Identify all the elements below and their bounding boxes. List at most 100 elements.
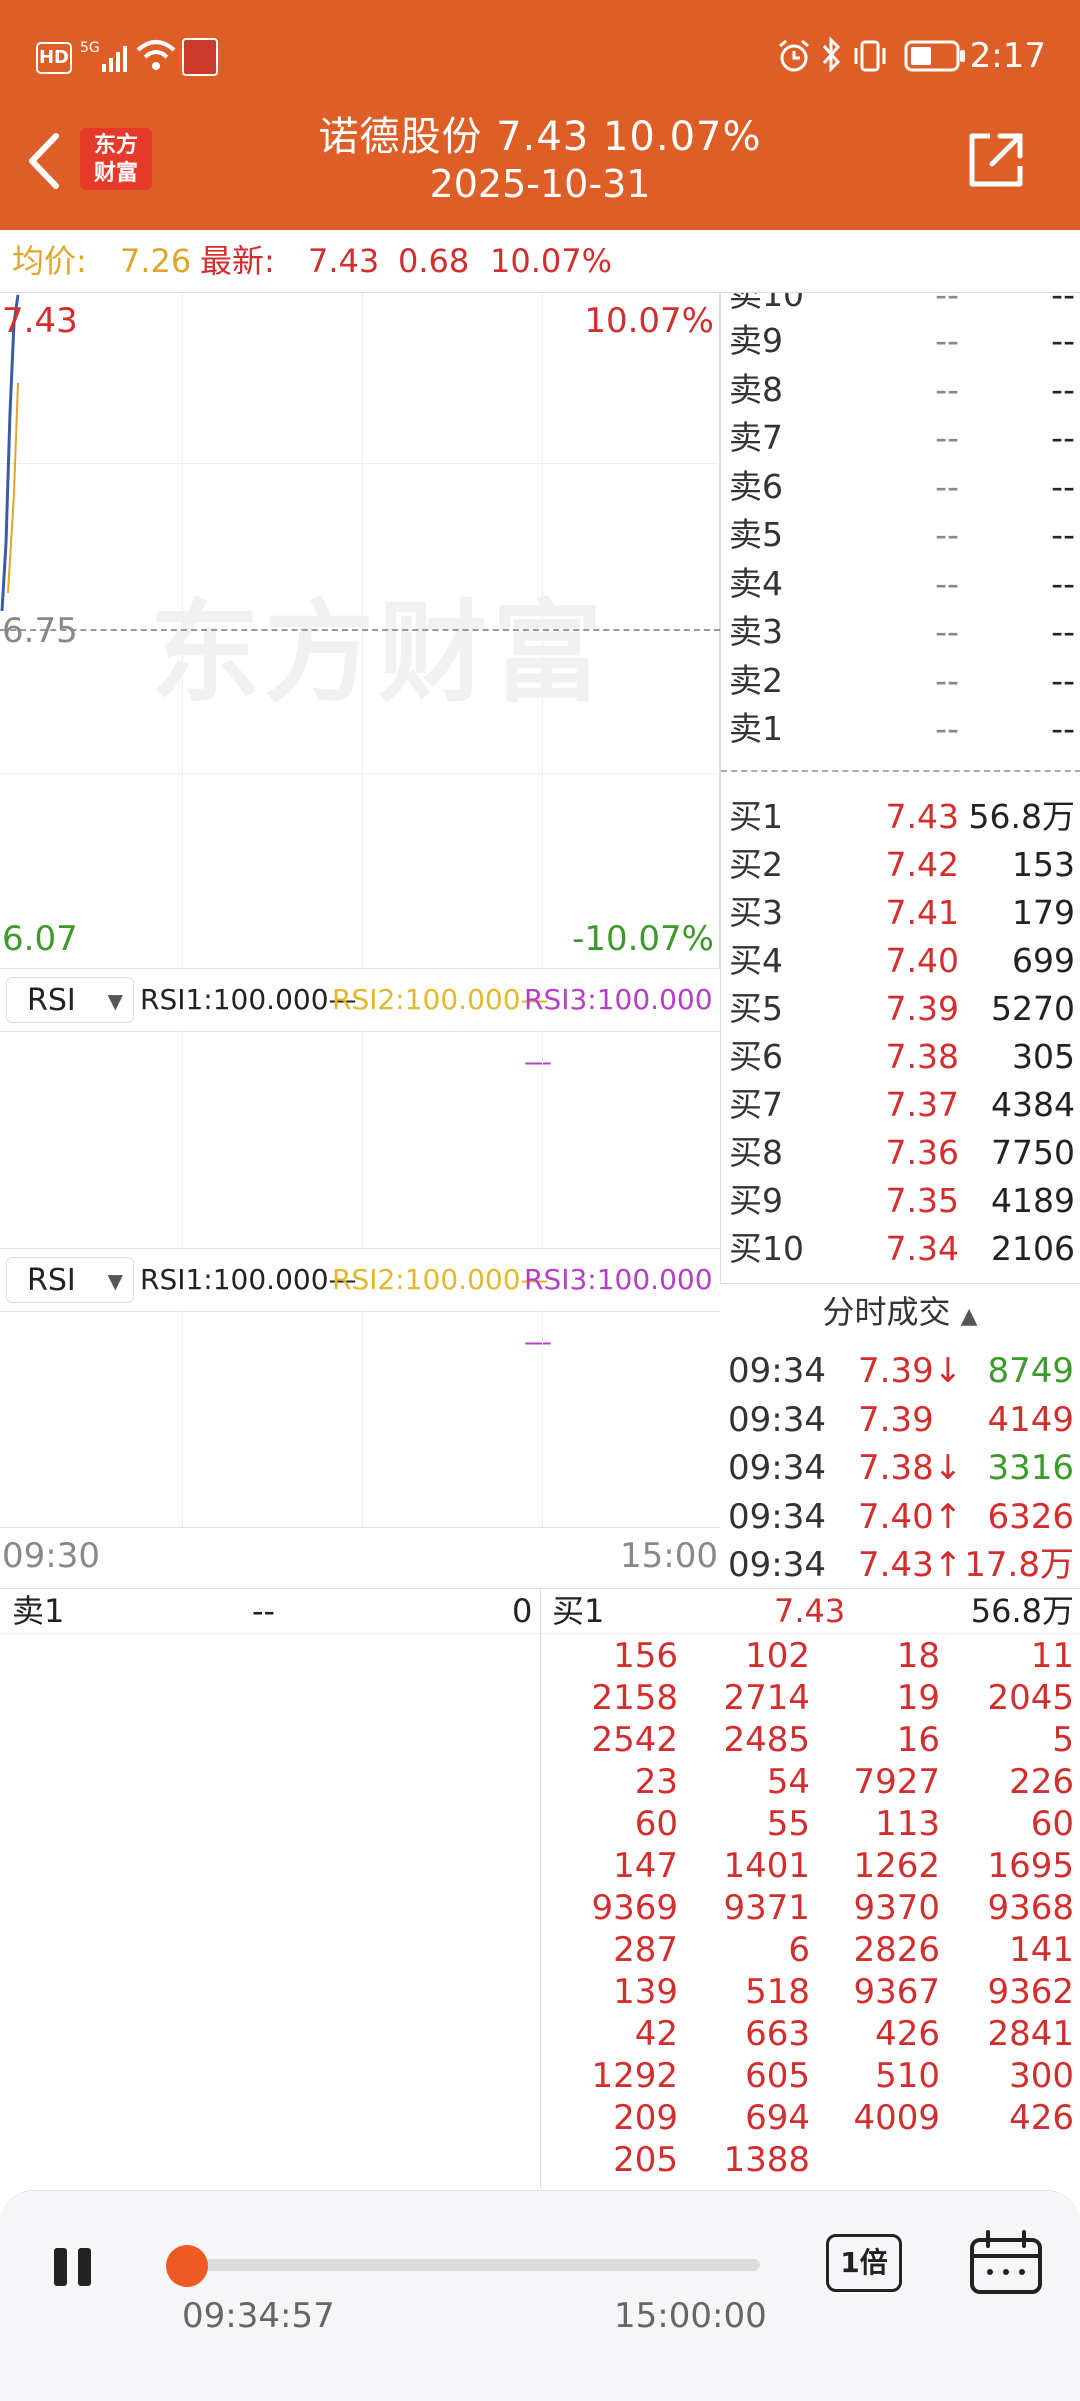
queue-cell: 1388 [723,2140,810,2180]
bid-label: 买8 [729,1133,783,1172]
bid-volume: 5270 [991,989,1075,1028]
trade-price: 7.39 [858,1399,934,1440]
trade-volume: 17.8万 [964,1545,1074,1585]
trades-header[interactable]: 分时成交 ▲ [720,1283,1080,1340]
bid-row: 买6 7.38 305 [721,1033,1080,1081]
queue-cell: 2485 [723,1720,810,1760]
ask-volume: -- [1051,563,1075,603]
progress-track[interactable] [170,2259,760,2271]
bid-row: 买7 7.37 4384 [721,1081,1080,1129]
queue-cell: 2841 [987,2014,1074,2054]
trade-volume: 6326 [987,1496,1074,1537]
ask-price: -- [935,418,959,457]
ask-label: 卖2 [729,660,783,700]
book-row-partial-bottom [721,1271,1080,1283]
current-time: 09:34:57 [182,2296,335,2336]
indicator-select-2[interactable]: RSI ▼ [6,1257,134,1303]
calendar-icon[interactable] [968,2230,1044,2296]
ask-price: -- [935,466,959,506]
queue-cell: 54 [766,1762,810,1802]
queue-buy-vol: 56.8万 [970,1592,1074,1630]
bid-price: 7.35 [885,1181,959,1220]
bid-row: 买8 7.36 7750 [721,1129,1080,1177]
bid-volume: 4189 [991,1181,1075,1220]
trade-volume: 8749 [987,1351,1074,1391]
queue-cell: 2158 [591,1678,678,1718]
bid-label: 买5 [729,989,783,1028]
queue-buy-label: 买1 [552,1592,605,1630]
bid-row: 买3 7.41 179 [721,889,1080,937]
rsi1-value: RSI1:100.000— [140,983,357,1016]
bluetooth-icon [822,36,841,73]
clock: 2:17 [969,36,1046,76]
queue-cell: 6 [788,1930,810,1970]
status-bar: HD 5G 2:17 [0,0,1080,110]
bid-label: 买7 [729,1085,783,1124]
queue-cell: 2045 [987,1678,1074,1718]
alarm-icon [779,39,809,72]
pause-icon[interactable] [50,2246,100,2288]
ask-row: 卖7 -- -- [721,414,1080,462]
caret-up-icon: ▲ [960,1304,978,1329]
trade-time: 09:34 [728,1448,826,1488]
bid-row: 买1 7.43 56.8万 [721,793,1080,841]
queue-cell: 426 [1009,2098,1074,2138]
replay-player [0,2190,1080,2401]
queue-cell: 9368 [987,1888,1074,1928]
ask-volume: -- [1051,660,1075,700]
bid-label: 买10 [729,1229,804,1268]
bid-row: 买9 7.35 4189 [721,1177,1080,1225]
avg-price-label: 均价: [12,242,87,280]
progress-knob[interactable] [166,2245,208,2287]
indicator-select-1[interactable]: RSI ▼ [6,977,134,1023]
pct-low-label: -10.07% [572,919,714,959]
latest-price-value: 7.43 [308,242,380,280]
queue-cell: 9371 [723,1888,810,1928]
queue-cell: 694 [745,2098,810,2138]
bid-price: 7.42 [885,845,959,884]
intraday-chart[interactable]: 东方财富 7.43 10.07% 6.75 6.07 -10.07% [0,293,720,968]
speed-button[interactable]: 1倍 [826,2234,902,2292]
ask-volume: -- [1051,515,1075,554]
queue-cell: 113 [875,1804,940,1844]
ask-row: 卖8 -- -- [721,366,1080,414]
share-icon[interactable] [964,128,1028,192]
bid-price: 7.39 [885,989,959,1028]
queue-cell: 1292 [591,2056,678,2096]
queue-cell: 55 [766,1804,810,1844]
bid-volume: 7750 [991,1133,1075,1172]
ask-volume: -- [1051,418,1075,457]
book-row-partial: 卖10 -- -- [729,293,1075,314]
ask-price: -- [935,321,959,360]
price-mid-label: 6.75 [2,611,78,651]
ask-row: 卖5 -- -- [721,511,1080,559]
trade-volume: 3316 [987,1448,1074,1488]
queue-sell-label: 卖1 [12,1592,65,1630]
queue-cell: 2714 [723,1678,810,1718]
queue-cell: 287 [613,1930,678,1970]
bid-label: 买3 [729,893,783,932]
ask-label: 卖8 [729,369,783,409]
indicator-pane-2[interactable] [0,1311,720,1528]
queue-cell: 9362 [987,1972,1074,2012]
ask-price: -- [935,369,959,409]
indicator-pane-1[interactable] [0,1031,720,1248]
bid-volume: 699 [1012,941,1075,980]
queue-divider [540,1588,541,2188]
ask-row: 卖4 -- -- [721,560,1080,608]
ask-label: 卖9 [729,321,783,360]
app-notification-icon [182,38,218,76]
battery-icon [904,40,965,72]
queue-cell: 139 [613,1972,678,2012]
time-start-label: 09:30 [2,1536,100,1576]
ask-label: 卖7 [729,418,783,457]
trade-row: 09:34 7.39↓ 8749 [720,1347,1080,1395]
page-date[interactable]: 2025-10-31 [0,162,1080,206]
bid-row: 买5 7.39 5270 [721,985,1080,1033]
chevron-down-icon: ▼ [107,1269,123,1293]
bid-volume: 2106 [991,1229,1075,1268]
ask-label: 卖3 [729,612,783,651]
price-info-bar: 均价: 7.26 最新: 7.43 0.68 10.07% [0,230,1080,293]
svg-text:5G: 5G [80,40,100,56]
bid-label: 买9 [729,1181,783,1220]
